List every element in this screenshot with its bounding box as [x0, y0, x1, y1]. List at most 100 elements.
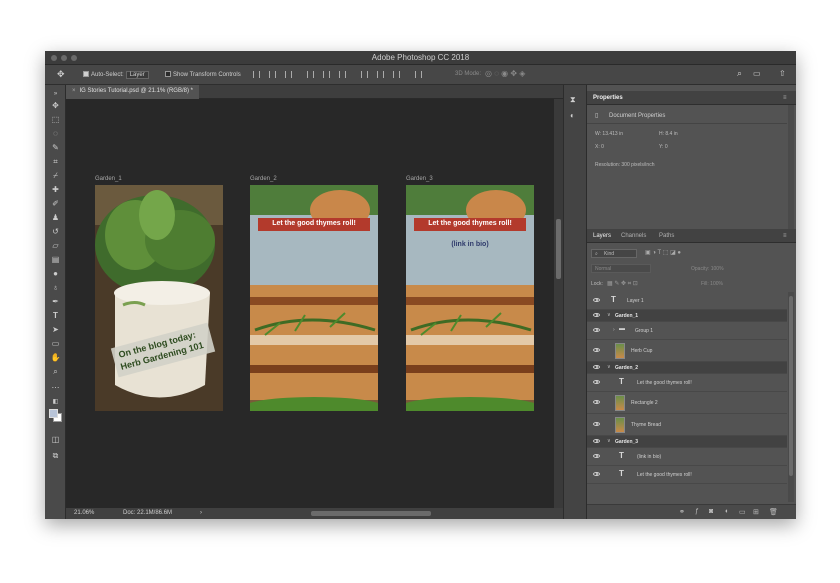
tab-channels[interactable]: Channels — [621, 233, 646, 239]
visibility-eye-icon[interactable] — [593, 298, 600, 302]
align-right-icon[interactable] — [285, 71, 292, 78]
eyedropper-tool-icon[interactable]: ⌿ — [50, 171, 61, 181]
search-icon[interactable]: ⌕ — [737, 68, 742, 79]
align-left-icon[interactable] — [253, 71, 260, 78]
type-tool-icon[interactable]: T — [50, 311, 61, 321]
x-field[interactable]: X: 0 — [595, 144, 604, 150]
quick-mask-icon[interactable]: ◫ — [50, 435, 61, 445]
more-tools-icon[interactable]: ⋯ — [50, 383, 61, 393]
layers-scroll-thumb[interactable] — [789, 296, 793, 476]
properties-menu-icon[interactable]: ≡ — [783, 95, 787, 101]
gradient-tool-icon[interactable]: ▤ — [50, 255, 61, 265]
default-colors-icon[interactable]: ◧ — [50, 397, 61, 407]
artboard-1-label[interactable]: Garden_1 — [95, 176, 122, 182]
status-menu-arrow-icon[interactable]: › — [200, 510, 202, 516]
visibility-eye-icon[interactable] — [593, 454, 600, 458]
layer-row[interactable]: T Layer 1 — [587, 292, 787, 310]
align-top-icon[interactable] — [307, 71, 314, 78]
history-panel-icon[interactable]: ⧗ — [570, 95, 576, 105]
auto-select-checkbox[interactable]: Auto-Select: Layer — [83, 71, 149, 79]
layers-scrollbar[interactable] — [788, 292, 794, 502]
properties-tab[interactable]: Properties — [593, 95, 623, 101]
move-tool-icon[interactable]: ✥ — [50, 101, 61, 111]
layer-row[interactable]: › ▬ Group 1 — [587, 322, 787, 340]
workspace-icon[interactable]: ▭ — [753, 69, 761, 78]
add-mask-icon[interactable]: ◙ — [709, 508, 713, 515]
artboard-row[interactable]: ∨ Garden_2 — [587, 362, 787, 374]
auto-select-dropdown[interactable]: Layer — [125, 71, 149, 79]
collapse-tools-icon[interactable]: » — [50, 89, 61, 99]
adjustments-panel-icon[interactable]: ◐ — [570, 111, 575, 120]
show-transform-controls-checkbox[interactable]: Show Transform Controls — [165, 71, 241, 78]
lock-icons[interactable]: ▦ ✎ ✥ ⌗ ⊡ — [607, 280, 638, 288]
visibility-eye-icon[interactable] — [593, 422, 600, 426]
distribute-middle-icon[interactable] — [377, 71, 384, 78]
clone-stamp-tool-icon[interactable]: ♟ — [50, 213, 61, 223]
zoom-tool-icon[interactable]: ⌕ — [50, 367, 61, 377]
visibility-eye-icon[interactable] — [593, 365, 600, 369]
delete-layer-icon[interactable]: 🗑 — [769, 508, 778, 516]
vertical-scroll-thumb[interactable] — [556, 219, 561, 279]
visibility-eye-icon[interactable] — [593, 472, 600, 476]
artboard-row[interactable]: ∨ Garden_3 — [587, 436, 787, 448]
lasso-tool-icon[interactable]: ◌ — [50, 129, 61, 139]
align-bottom-icon[interactable] — [339, 71, 346, 78]
y-field[interactable]: Y: 0 — [659, 144, 668, 150]
new-group-icon[interactable]: ▭ — [739, 508, 746, 516]
expand-chevron-icon[interactable]: ∨ — [607, 364, 611, 370]
share-icon[interactable]: ⇧ — [779, 69, 786, 78]
visibility-eye-icon[interactable] — [593, 439, 600, 443]
layer-filter-dropdown[interactable]: ⌕ Kind — [591, 249, 637, 258]
history-brush-tool-icon[interactable]: ↺ — [50, 227, 61, 237]
path-selection-tool-icon[interactable]: ➤ — [50, 325, 61, 335]
align-middle-icon[interactable] — [323, 71, 330, 78]
distribute-horizontal-icon[interactable] — [415, 71, 422, 78]
fill-field[interactable]: Fill: 100% — [701, 281, 723, 287]
visibility-eye-icon[interactable] — [593, 348, 600, 352]
canvas-vertical-scrollbar[interactable] — [554, 99, 563, 508]
brush-tool-icon[interactable]: ✐ — [50, 199, 61, 209]
artboard-row[interactable]: ∨ Garden_1 — [587, 310, 787, 322]
opacity-field[interactable]: Opacity: 100% — [691, 266, 724, 272]
visibility-eye-icon[interactable] — [593, 328, 600, 332]
layer-row[interactable]: T (link in bio) — [587, 448, 787, 466]
rectangle-tool-icon[interactable]: ▭ — [50, 339, 61, 349]
layer-row[interactable]: T Let the good thymes roll! — [587, 374, 787, 392]
artboard-garden-2[interactable]: Let the good thymes roll! — [250, 185, 378, 411]
artboard-garden-3[interactable]: Let the good thymes roll! (link in bio) — [406, 185, 534, 411]
layers-menu-icon[interactable]: ≡ — [783, 233, 787, 239]
link-layers-icon[interactable]: ⚭ — [679, 508, 685, 516]
pen-tool-icon[interactable]: ✒ — [50, 297, 61, 307]
visibility-eye-icon[interactable] — [593, 313, 600, 317]
expand-chevron-icon[interactable]: ∨ — [607, 312, 611, 318]
move-tool-icon[interactable]: ✥ — [57, 69, 65, 80]
crop-tool-icon[interactable]: ⌗ — [50, 157, 61, 167]
height-field[interactable]: H: 8.4 in — [659, 131, 678, 137]
layer-row[interactable]: Herb Cup — [587, 340, 787, 362]
horizontal-scroll-thumb[interactable] — [311, 511, 431, 516]
blend-mode-dropdown[interactable]: Normal — [591, 264, 651, 273]
tab-paths[interactable]: Paths — [659, 233, 674, 239]
3d-rotate-icon[interactable]: ◎ ◌ ◉ ✥ ◈ — [485, 69, 525, 78]
dodge-tool-icon[interactable]: ♁ — [50, 283, 61, 293]
close-tab-icon[interactable]: × — [72, 88, 76, 94]
document-size[interactable]: Doc: 22.1M/86.6M — [123, 510, 172, 516]
artboard-3-label[interactable]: Garden_3 — [406, 176, 433, 182]
canvas-area[interactable]: Garden_1 On the blog today: Herb Gardeni… — [66, 99, 554, 508]
layer-row[interactable]: Rectangle 2 — [587, 392, 787, 414]
filter-icons[interactable]: ▣ ◑ T ⬚ ◪ ● — [645, 249, 681, 256]
new-layer-icon[interactable]: ⊞ — [753, 508, 759, 516]
layer-row[interactable]: T Let the good thymes roll! — [587, 466, 787, 484]
foreground-color-swatch[interactable] — [49, 409, 58, 418]
artboard-garden-1[interactable]: On the blog today: Herb Gardening 101 — [95, 185, 223, 411]
marquee-tool-icon[interactable]: ⬚ — [50, 115, 61, 125]
visibility-eye-icon[interactable] — [593, 380, 600, 384]
expand-chevron-icon[interactable]: › — [613, 327, 615, 333]
screen-mode-icon[interactable]: ⧉ — [50, 451, 61, 461]
healing-brush-tool-icon[interactable]: ✚ — [50, 185, 61, 195]
align-center-icon[interactable] — [269, 71, 276, 78]
eraser-tool-icon[interactable]: ▱ — [50, 241, 61, 251]
adjustment-layer-icon[interactable]: ◐ — [725, 508, 729, 515]
layer-style-icon[interactable]: ƒ — [695, 508, 699, 515]
expand-chevron-icon[interactable]: ∨ — [607, 438, 611, 444]
